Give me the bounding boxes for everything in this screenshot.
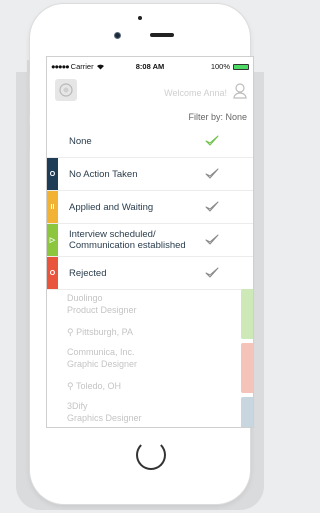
checkmark-icon[interactable]: [205, 201, 219, 213]
status-tab[interactable]: [241, 343, 253, 393]
battery-level: [234, 64, 248, 69]
job-location: ⚲ Pittsburgh, PA: [67, 327, 133, 338]
job-company: Duolingo: [67, 293, 103, 303]
user-icon[interactable]: [233, 83, 247, 99]
status-tab[interactable]: [241, 289, 253, 339]
filter-option-row[interactable]: None: [47, 125, 253, 158]
filter-option-row[interactable]: O Rejected: [47, 257, 253, 290]
checkmark-icon[interactable]: [205, 135, 219, 147]
volume-up-button: [27, 90, 30, 116]
status-tab[interactable]: [241, 397, 253, 427]
filter-option-row[interactable]: II Applied and Waiting: [47, 191, 253, 224]
battery-icon: [233, 63, 249, 70]
job-card[interactable]: Duolingo Product Designer ⚲ Pittsburgh, PA: [47, 289, 253, 343]
filter-option-label: Applied and Waiting: [69, 201, 154, 213]
front-camera: [114, 32, 121, 39]
status-marker: O: [47, 158, 58, 190]
location-pin-icon: ⚲: [67, 381, 76, 391]
job-location: ⚲ Toledo, OH: [67, 381, 121, 392]
status-marker: ▷: [47, 224, 58, 256]
filter-option-row[interactable]: O No Action Taken: [47, 158, 253, 191]
battery-info: 100%: [211, 62, 249, 71]
job-company: Communica, Inc.: [67, 347, 135, 357]
location-pin-icon: ⚲: [67, 327, 77, 337]
app-logo[interactable]: [55, 79, 77, 101]
app-screen: ●●●●● Carrier 8:08 AM 100% Welcome Anna!: [46, 56, 254, 428]
job-cards-list: Duolingo Product Designer ⚲ Pittsburgh, PA…: [47, 289, 253, 427]
mute-switch: [27, 60, 30, 74]
status-bar: ●●●●● Carrier 8:08 AM 100%: [47, 57, 253, 75]
filter-option-label: None: [69, 135, 92, 147]
home-button[interactable]: [136, 440, 166, 470]
filter-options-list: None O No Action Taken II Applied and Waitin…: [47, 125, 253, 290]
job-location-text: Pittsburgh, PA: [76, 327, 133, 337]
job-role: Product Designer: [67, 305, 137, 315]
speaker-dot: [138, 16, 142, 20]
job-role: Graphics Designer: [67, 413, 142, 423]
checkmark-icon[interactable]: [205, 234, 219, 246]
volume-down-button: [27, 124, 30, 150]
job-role: Graphic Designer: [67, 359, 138, 369]
job-card[interactable]: Communica, Inc. Graphic Designer ⚲ Toledo,…: [47, 343, 253, 397]
battery-percent: 100%: [210, 62, 230, 71]
job-company: 3Dify: [67, 401, 88, 411]
welcome-text: Welcome Anna!: [164, 88, 227, 98]
app-header: Welcome Anna!: [47, 77, 253, 105]
logo-flower-icon: [59, 83, 73, 97]
earpiece-speaker: [150, 33, 174, 37]
job-location-text: Toledo, OH: [75, 381, 121, 391]
filter-option-label: Interview scheduled/ Communication estab…: [69, 229, 186, 251]
checkmark-icon[interactable]: [205, 168, 219, 180]
filter-option-label: No Action Taken: [69, 168, 138, 180]
status-marker: O: [47, 257, 58, 289]
checkmark-icon[interactable]: [205, 267, 219, 279]
filter-option-label: Rejected: [69, 267, 107, 279]
job-card[interactable]: 3Dify Graphics Designer: [47, 397, 253, 427]
filter-option-row[interactable]: ▷ Interview scheduled/ Communication esta…: [47, 224, 253, 257]
filter-label: Filter by: None: [188, 112, 247, 122]
status-marker: II: [47, 191, 58, 223]
